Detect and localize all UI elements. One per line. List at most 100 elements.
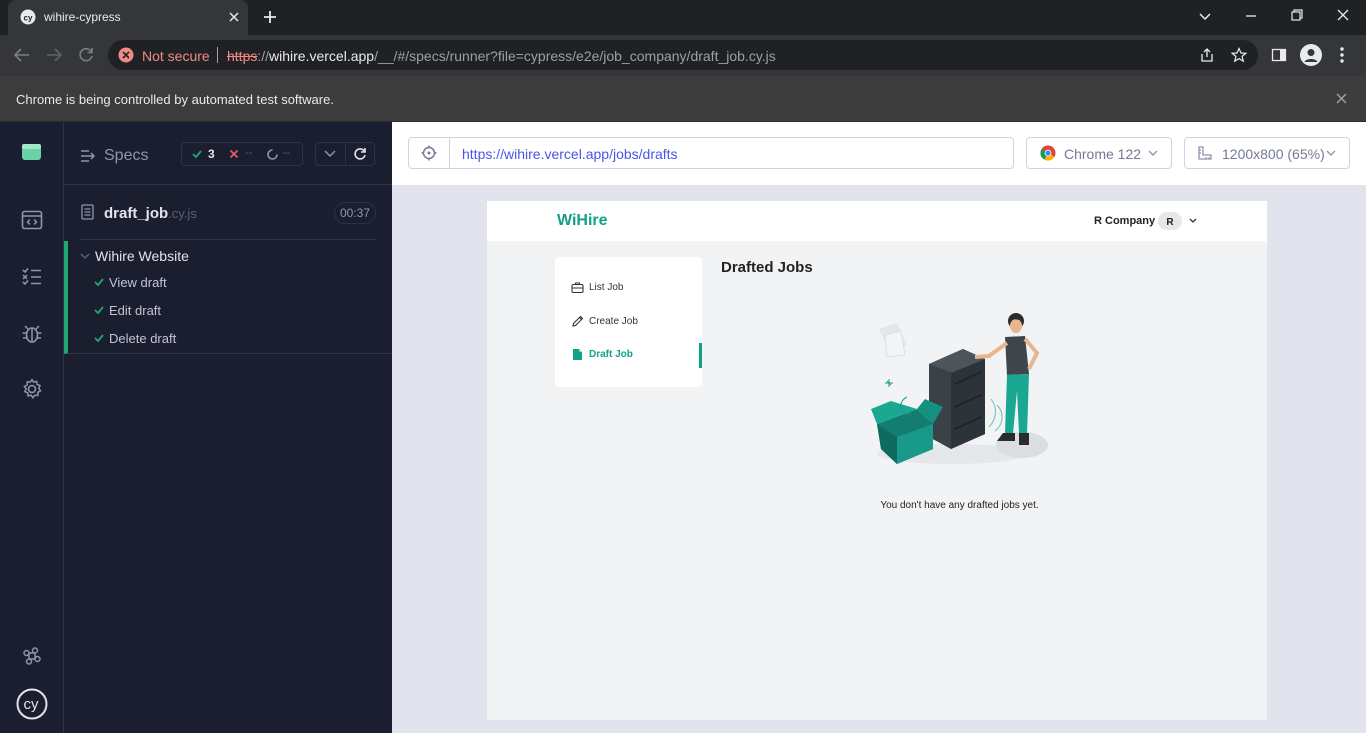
infobar-close-icon[interactable] [1335,92,1348,105]
sidebar-item-label: Create Job [589,316,638,327]
sidebar-item-create-job[interactable]: Create Job [571,312,696,332]
test-row-view-draft[interactable]: View draft [68,269,392,297]
test-label: Delete draft [109,331,177,346]
browser-select-label: Chrome 122 [1064,146,1142,162]
selector-playground-crosshair-icon[interactable] [421,145,437,161]
ruler-icon [1197,145,1213,161]
browser-select[interactable]: Chrome 122 [1026,137,1172,169]
aut-url-bar: https://wihire.vercel.app/jobs/drafts [408,137,1014,169]
spec-divider [80,239,376,240]
test-row-delete-draft[interactable]: Delete draft [68,325,392,353]
suite-title[interactable]: Wihire Website [95,248,189,264]
cypress-favicon-icon: cy [20,9,36,25]
spec-name: draft_job [104,205,169,222]
reporter-controls [315,142,375,166]
browser-tab[interactable]: cy wihire-cypress [8,0,248,35]
bookmark-star-icon[interactable] [1231,47,1247,63]
not-secure-label[interactable]: Not secure [142,48,210,64]
cypress-reporter: Specs 3 -- -- draft_job.cy.js 00:37 Wihi… [64,122,392,733]
aut-url-text[interactable]: https://wihire.vercel.app/jobs/drafts [462,146,678,162]
window-close-icon[interactable] [1336,8,1350,22]
back-icon[interactable] [13,47,31,63]
chrome-logo-icon [1040,145,1056,161]
avatar-letter: R [1166,217,1174,228]
test-label: View draft [109,275,167,290]
runs-nav-icon[interactable] [20,265,44,289]
spec-duration: 00:37 [334,202,376,224]
viewport-select[interactable]: 1200x800 (65%) [1184,137,1350,169]
passed-count: 3 [208,147,215,161]
empty-drafts-illustration [867,309,1067,469]
company-avatar[interactable]: R [1158,212,1182,230]
debug-bug-icon[interactable] [20,321,44,345]
pending-count: -- [283,147,291,159]
automation-infobar: Chrome is being controlled by automated … [0,76,1366,122]
browser-menu-icon[interactable] [1336,46,1348,64]
collapse-chevron-icon[interactable] [324,149,336,159]
cypress-side-nav: cy [0,122,64,733]
restore-icon[interactable] [1290,8,1304,22]
account-chevron-down-icon[interactable] [1189,218,1197,224]
document-icon [81,204,94,220]
project-icon[interactable] [20,142,44,166]
sidebar-item-label: Draft Job [589,349,633,360]
url-host: wihire.vercel.app [269,48,375,64]
suite-chevron-icon[interactable] [80,251,90,261]
profile-avatar-icon[interactable] [1300,44,1322,66]
reload-icon[interactable] [77,46,95,64]
not-secure-icon[interactable] [118,47,134,63]
failed-count: -- [245,147,253,159]
minimize-icon[interactable] [1244,9,1258,23]
settings-gear-icon[interactable] [20,377,44,401]
rerun-icon[interactable] [353,147,367,161]
keyboard-shortcuts-icon[interactable] [20,644,44,668]
browser-tab-strip: cy wihire-cypress [0,0,1366,35]
pending-spinner-icon [267,149,278,160]
tab-search-chevron-icon[interactable] [1198,9,1212,23]
sidebar-item-list-job[interactable]: List Job [571,278,696,298]
spec-file-name: draft_job.cy.js [104,205,197,222]
share-icon[interactable] [1199,47,1215,63]
side-panel-icon[interactable] [1271,47,1287,63]
sidebar-item-label: List Job [589,282,624,293]
test-pass-check-icon [94,277,104,287]
url-path: /__/#/specs/runner?file=cypress/e2e/job_… [374,48,776,64]
aut-header: https://wihire.vercel.app/jobs/drafts Ch… [392,122,1366,185]
browser-toolbar: Not secure https://wihire.vercel.app/__/… [0,35,1366,76]
test-stats: 3 -- -- [181,142,303,166]
sidebar-active-indicator [699,343,702,368]
specs-label[interactable]: Specs [104,147,148,165]
specs-nav-icon[interactable] [20,208,44,232]
cypress-logo-icon[interactable]: cy [16,688,48,720]
sidebar-item-draft-job[interactable]: Draft Job [571,345,696,365]
tab-close-icon[interactable] [227,10,241,24]
controls-divider [345,143,346,165]
tab-title: wihire-cypress [44,10,121,24]
spec-file-row[interactable]: draft_job.cy.js 00:37 [64,185,392,240]
forward-icon[interactable] [45,47,63,63]
infobar-message: Chrome is being controlled by automated … [16,92,334,107]
pencil-icon [571,315,584,328]
wihire-app: WiHire R Company R List Job Create Job D… [487,201,1267,720]
app-header: WiHire R Company R [487,201,1267,241]
briefcase-icon [571,281,584,294]
viewport-chevron-down-icon [1326,149,1336,157]
url-scheme: https [227,48,258,64]
company-name[interactable]: R Company [1094,215,1155,227]
test-row-edit-draft[interactable]: Edit draft [68,297,392,325]
address-separator [217,47,218,63]
new-tab-icon[interactable] [262,9,278,25]
svg-text:cy: cy [24,14,33,23]
test-pass-check-icon [94,333,104,343]
test-pass-check-icon [94,305,104,315]
specs-list-icon[interactable] [80,149,96,163]
wihire-logo[interactable]: WiHire [557,212,608,230]
svg-text:cy: cy [24,696,40,713]
viewport-label: 1200x800 (65%) [1222,146,1325,162]
spec-extension: .cy.js [168,206,197,221]
address-url[interactable]: https://wihire.vercel.app/__/#/specs/run… [227,48,776,64]
url-bar-separator [449,138,450,168]
empty-state-message: You don't have any drafted jobs yet. [880,500,1039,511]
address-bar[interactable]: Not secure https://wihire.vercel.app/__/… [108,40,1258,70]
test-suite: Wihire Website View draft Edit draft Del… [64,241,392,354]
